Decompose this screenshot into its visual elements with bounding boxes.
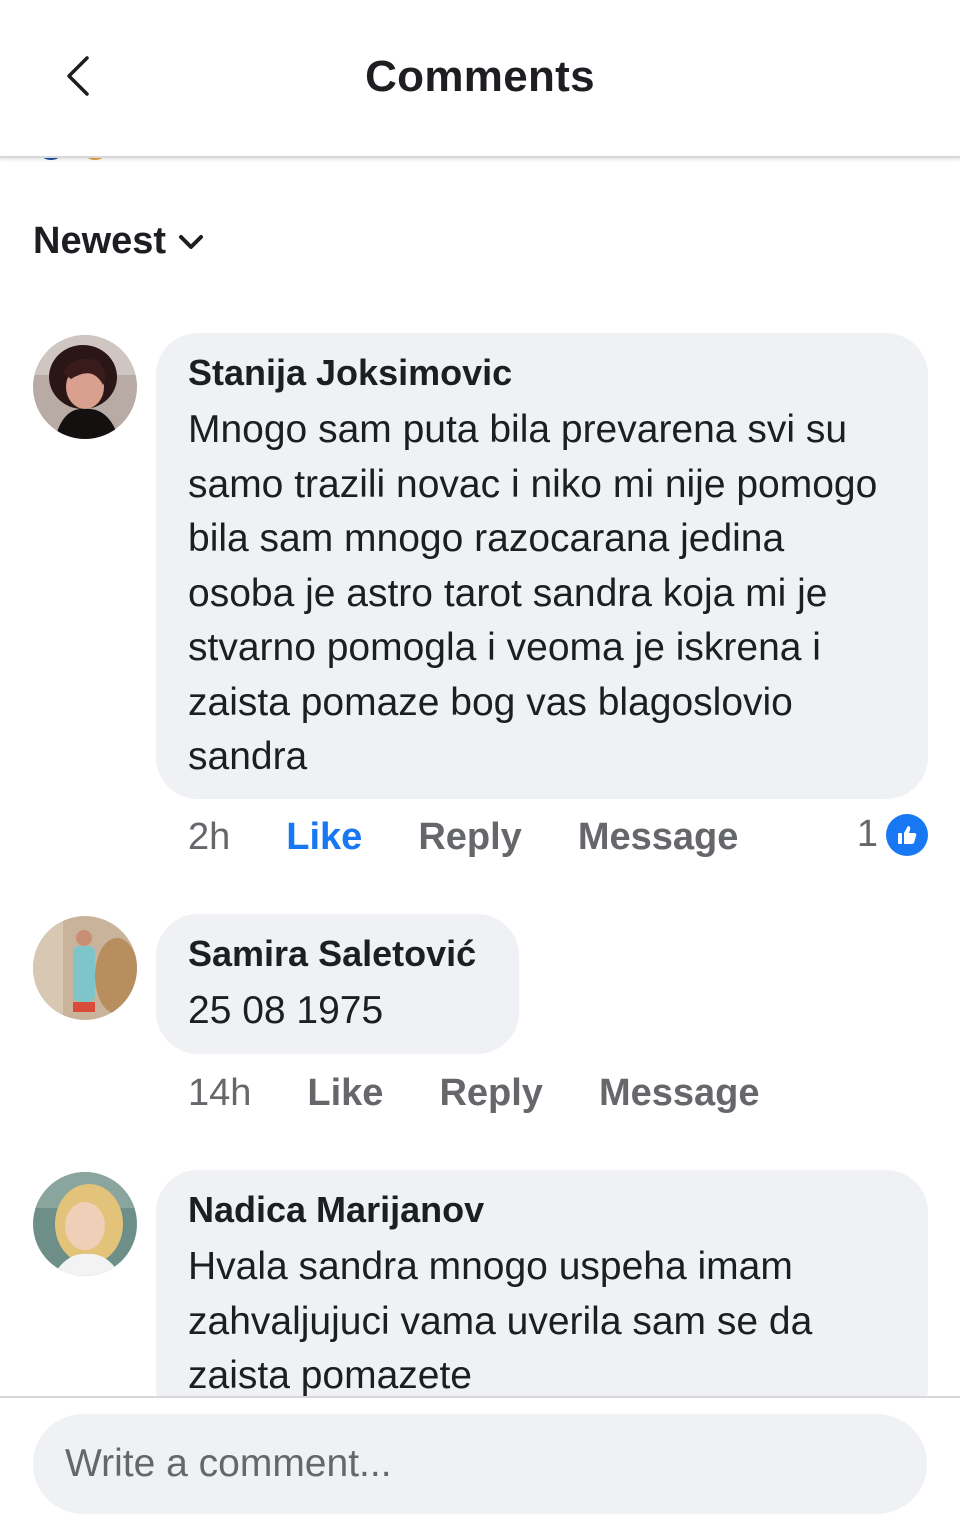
comment-author[interactable]: Nadica Marijanov: [188, 1188, 896, 1232]
comments-screen: Comments Newest Stanija Joksimovic Mnogo…: [0, 0, 960, 1540]
comment-input[interactable]: [33, 1414, 927, 1514]
sort-label: Newest: [33, 220, 167, 262]
avatar-photo: [33, 1172, 137, 1276]
header: Comments: [0, 0, 960, 158]
like-button[interactable]: Like: [307, 1072, 383, 1115]
comment-text: 25 08 1975: [188, 989, 384, 1032]
avatar[interactable]: [33, 335, 137, 439]
reaction-count-value: 1: [856, 813, 878, 855]
comment-time[interactable]: 14h: [188, 1072, 251, 1115]
comment-author[interactable]: Samira Saletović: [188, 932, 487, 976]
avatar[interactable]: [33, 916, 137, 1020]
message-button[interactable]: Message: [599, 1072, 760, 1115]
avatar-photo: [33, 335, 137, 439]
comment-bubble[interactable]: Stanija Joksimovic Mnogo sam puta bila p…: [156, 333, 928, 799]
message-button[interactable]: Message: [578, 816, 739, 859]
comment-actions: 14h Like Reply Message: [188, 1072, 815, 1115]
page-title: Comments: [365, 52, 595, 101]
comment-text: Hvala sandra mnogo uspeha imam zahvaljuj…: [188, 1245, 813, 1397]
avatar[interactable]: [33, 1172, 137, 1276]
thumbs-up-icon: [886, 813, 928, 856]
reply-button[interactable]: Reply: [418, 816, 521, 859]
chevron-down-icon: [179, 234, 204, 249]
reaction-count[interactable]: 1: [857, 813, 928, 856]
comment-bubble[interactable]: Samira Saletović 25 08 1975: [156, 914, 519, 1054]
comment-bubble[interactable]: Nadica Marijanov Hvala sandra mnogo uspe…: [156, 1170, 928, 1430]
avatar-photo: [33, 916, 137, 1020]
comment-composer: [0, 1396, 960, 1540]
like-button[interactable]: Like: [286, 816, 362, 859]
comment-author[interactable]: Stanija Joksimovic: [188, 351, 896, 395]
reply-button[interactable]: Reply: [439, 1072, 542, 1115]
sort-dropdown[interactable]: Newest: [33, 220, 204, 263]
comment-text: Mnogo sam puta bila prevarena svi su sam…: [188, 408, 878, 778]
comment-actions: 2h Like Reply Message: [188, 816, 794, 859]
comment-time[interactable]: 2h: [188, 816, 230, 859]
